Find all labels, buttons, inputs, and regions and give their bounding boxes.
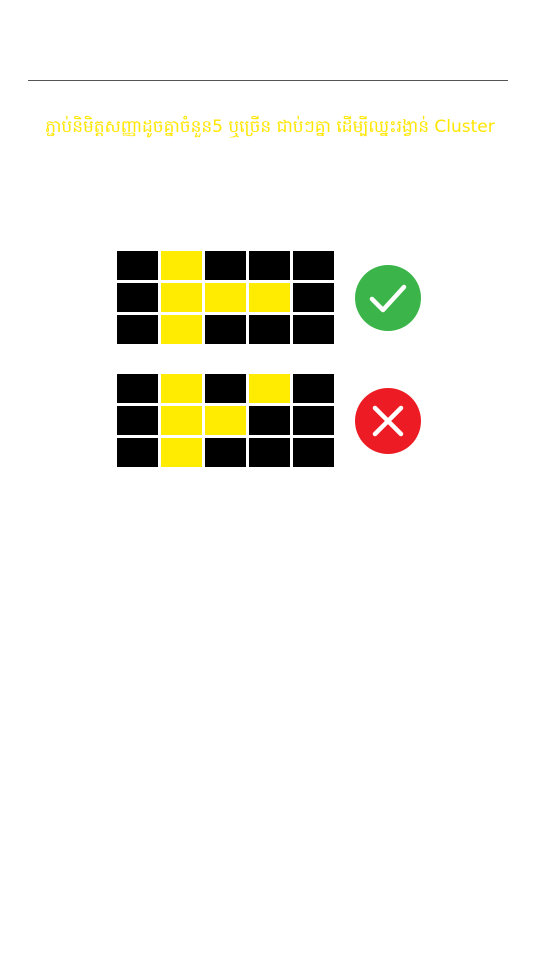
cross-badge [355,388,421,454]
black-symbol-cell [117,438,158,467]
checkmark-icon [355,265,421,331]
black-symbol-cell [249,438,290,467]
black-symbol-cell [293,406,334,435]
black-symbol-cell [293,374,334,403]
cross-icon [355,388,421,454]
black-symbol-cell [293,283,334,312]
black-symbol-cell [293,251,334,280]
black-symbol-cell [117,374,158,403]
checkmark-badge [355,265,421,331]
black-symbol-cell [205,251,246,280]
black-symbol-cell [117,315,158,344]
yellow-symbol-cell [161,374,202,403]
yellow-symbol-cell [249,283,290,312]
incorrect-cluster-example [117,374,423,467]
black-symbol-cell [249,315,290,344]
black-symbol-cell [117,406,158,435]
yellow-symbol-cell [161,438,202,467]
black-symbol-cell [205,315,246,344]
correct-cluster-grid [117,251,335,344]
black-symbol-cell [117,251,158,280]
correct-cluster-example [117,251,423,344]
black-symbol-cell [205,374,246,403]
yellow-symbol-cell [161,315,202,344]
top-divider [28,80,508,81]
incorrect-cluster-grid [117,374,335,467]
yellow-symbol-cell [161,251,202,280]
yellow-symbol-cell [161,283,202,312]
cluster-win-instruction: ភ្ជាប់និមិត្តសញ្ញាដូចគ្នាចំនួន5 ឬច្រើន ជ… [45,117,495,137]
black-symbol-cell [205,438,246,467]
yellow-symbol-cell [205,283,246,312]
yellow-symbol-cell [249,374,290,403]
black-symbol-cell [249,406,290,435]
black-symbol-cell [293,438,334,467]
cluster-rules-page: ភ្ជាប់និមិត្តសញ្ញាដូចគ្នាចំនួន5 ឬច្រើន ជ… [0,0,540,960]
yellow-symbol-cell [161,406,202,435]
black-symbol-cell [117,283,158,312]
yellow-symbol-cell [205,406,246,435]
black-symbol-cell [293,315,334,344]
black-symbol-cell [249,251,290,280]
